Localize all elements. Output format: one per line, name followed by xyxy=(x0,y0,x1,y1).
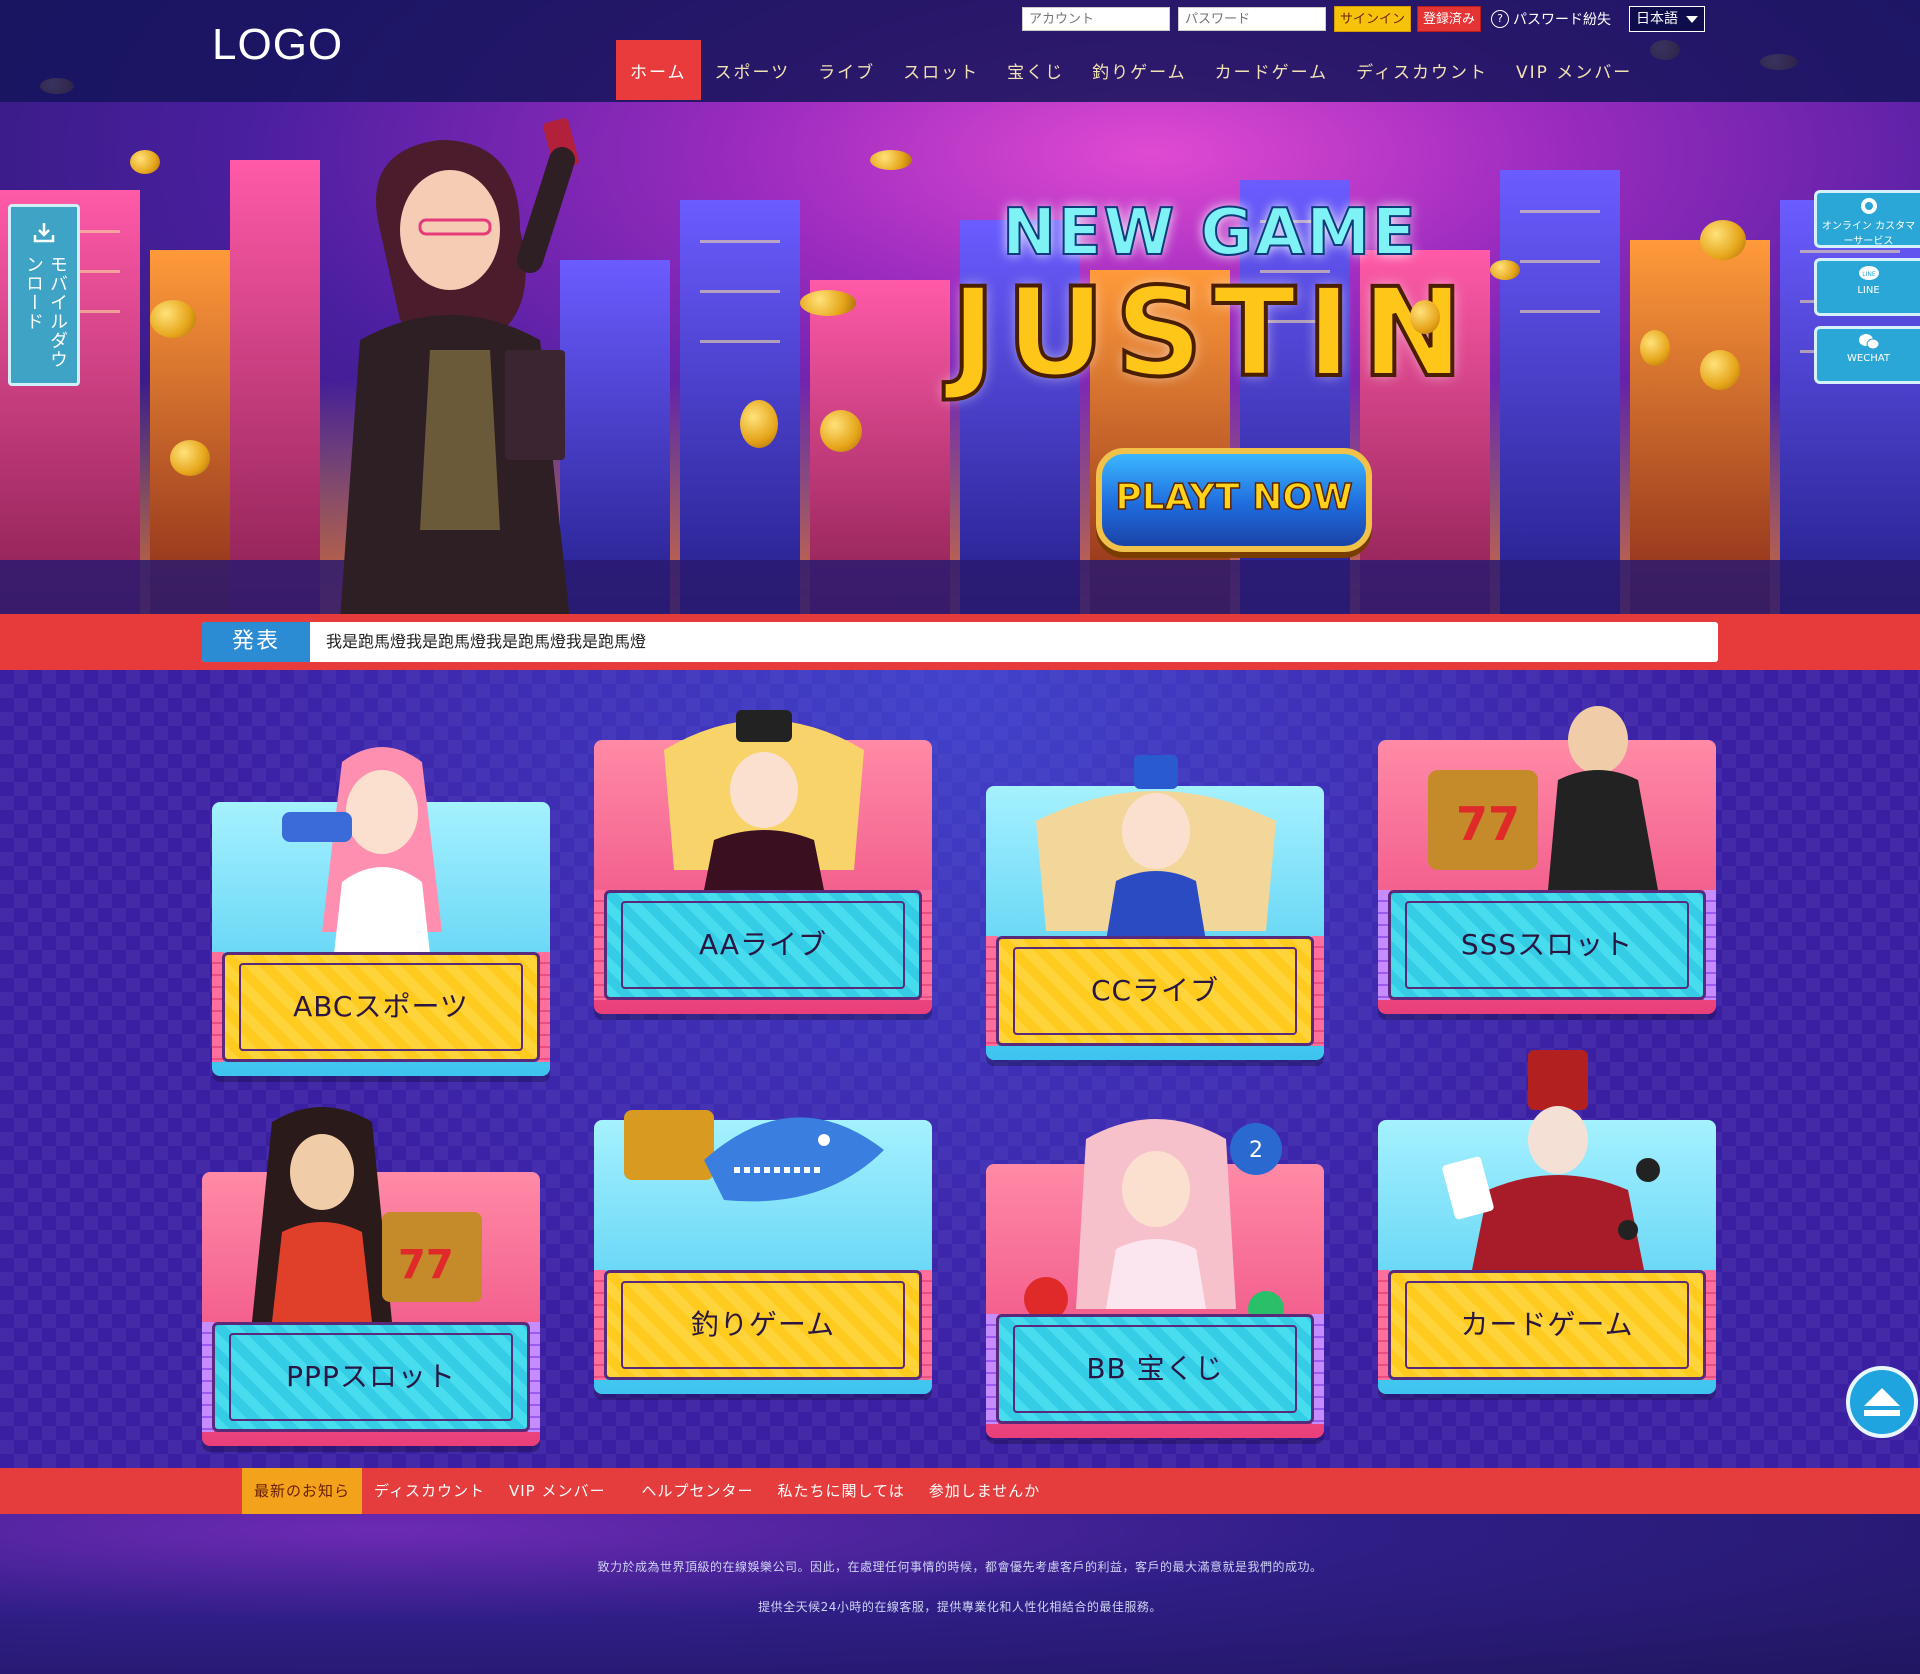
coin-decoration xyxy=(130,150,160,174)
coin-decoration xyxy=(820,410,862,452)
footer-nav-about[interactable]: 私たちに関しては xyxy=(765,1468,916,1514)
headset-icon xyxy=(1860,198,1877,214)
footer-nav-band: 最新のお知ら ディスカウント VIP メンバー ヘルプセンター 私たちに関しては… xyxy=(0,1468,1920,1514)
coin-decoration xyxy=(170,440,210,476)
language-value: 日本語 xyxy=(1636,11,1679,27)
footer-nav-help[interactable]: ヘルプセンター xyxy=(629,1468,765,1514)
hero-title: JUSTIN xyxy=(948,260,1474,406)
wechat-label: WECHAT xyxy=(1847,353,1890,364)
svg-text:2: 2 xyxy=(1249,1138,1263,1163)
footer-text-1: 致力於成為世界頂級的在線娛樂公司。因此，在處理任何事情的時候，都會優先考慮客戶的… xyxy=(597,1560,1323,1574)
live-dealer-illustration xyxy=(664,710,864,890)
shark-treasure-illustration xyxy=(624,1110,884,1202)
chevron-down-icon xyxy=(1686,16,1699,23)
nav-item-live[interactable]: ライブ xyxy=(804,40,889,100)
mobile-download-label: モバイルダウンロード xyxy=(23,255,68,369)
wechat-icon xyxy=(1858,334,1879,350)
forgot-password-label: パスワード紛失 xyxy=(1513,12,1612,28)
game-card-label: ABCスポーツ xyxy=(293,990,469,1023)
main-nav: ホーム スポーツ ライブ スロット 宝くじ 釣りゲーム カードゲーム ディスカウ… xyxy=(616,40,1646,100)
site-footer: 致力於成為世界頂級的在線娛樂公司。因此，在處理任何事情的時候，都會優先考慮客戶的… xyxy=(0,1514,1920,1674)
language-select[interactable]: 日本語 xyxy=(1629,6,1706,32)
coin-decoration xyxy=(1410,300,1440,334)
svg-text:77: 77 xyxy=(1456,797,1520,851)
back-to-top-button[interactable] xyxy=(1846,1366,1918,1438)
live-hostess-illustration xyxy=(1036,755,1276,941)
account-input[interactable] xyxy=(1022,7,1170,31)
game-card-label: CCライブ xyxy=(1090,974,1220,1007)
hero-character-illustration xyxy=(340,118,579,614)
side-contact-bar: オンライン カスタマーサービス LINE LINE WECHAT xyxy=(1814,190,1920,384)
nav-item-sports[interactable]: スポーツ xyxy=(701,40,805,100)
forgot-password-link[interactable]: ? パスワード紛失 xyxy=(1491,9,1611,29)
nav-item-slots[interactable]: スロット xyxy=(889,40,993,100)
announcement-text[interactable]: 我是跑馬燈我是跑馬燈我是跑馬燈我是跑馬燈 xyxy=(326,622,646,662)
customer-service-button[interactable]: オンライン カスタマーサービス xyxy=(1814,190,1920,248)
game-card-aa-live[interactable]: AAライブ xyxy=(594,710,932,1014)
hero-headline: NEW GAME xyxy=(1001,195,1418,271)
coin-decoration xyxy=(740,400,778,448)
nav-item-fishing[interactable]: 釣りゲーム xyxy=(1078,40,1201,100)
line-icon: LINE xyxy=(1858,266,1879,280)
wechat-button[interactable]: WECHAT xyxy=(1814,326,1920,384)
download-icon xyxy=(33,223,55,243)
arrow-up-icon xyxy=(1864,1388,1900,1416)
mobile-download-button[interactable]: モバイルダウンロード xyxy=(8,204,80,386)
footer-nav-vip[interactable]: VIP メンバー xyxy=(497,1468,630,1514)
game-card-ppp-slots[interactable]: 77 PPPスロット xyxy=(202,1107,540,1446)
site-logo[interactable]: LOGO xyxy=(212,20,343,70)
line-label: LINE xyxy=(1857,285,1880,296)
coin-decoration xyxy=(1640,330,1670,366)
game-card-label: BB 宝くじ xyxy=(1086,1352,1224,1385)
lottery-girl-illustration: 2 xyxy=(1024,1119,1284,1324)
game-card-label: PPPスロット xyxy=(286,1360,456,1393)
card-queen-illustration xyxy=(1442,1050,1660,1270)
footer-nav-join[interactable]: 参加しませんか xyxy=(917,1468,1053,1514)
game-card-label: カードゲーム xyxy=(1460,1308,1634,1341)
password-input[interactable] xyxy=(1178,7,1326,31)
nav-item-lottery[interactable]: 宝くじ xyxy=(993,40,1078,100)
game-card-card-games[interactable]: カードゲーム xyxy=(1378,1050,1716,1394)
coin-decoration xyxy=(1700,220,1746,260)
footer-nav-discount[interactable]: ディスカウント xyxy=(362,1468,497,1514)
game-card-label: SSSスロット xyxy=(1460,928,1634,961)
top-header: LOGO サインイン 登録済み ? パスワード紛失 日本語 ホーム スポーツ ラ… xyxy=(0,0,1920,102)
nav-item-vip[interactable]: VIP メンバー xyxy=(1502,40,1646,100)
slots-lady-illustration: 77 xyxy=(252,1107,482,1322)
announcement-marquee: 発表 我是跑馬燈我是跑馬燈我是跑馬燈我是跑馬燈 xyxy=(202,622,1718,662)
footer-text-2: 提供全天候24小時的在線客服，提供專業化和人性化相結合的最佳服務。 xyxy=(758,1600,1162,1614)
game-card-cc-live[interactable]: CCライブ xyxy=(986,755,1324,1060)
slots-gentleman-illustration: 77 xyxy=(1428,706,1658,890)
nav-item-card-games[interactable]: カードゲーム xyxy=(1201,40,1343,100)
footer-nav: 最新のお知ら ディスカウント VIP メンバー ヘルプセンター 私たちに関しては… xyxy=(242,1468,1052,1514)
game-category-section: ABCスポーツ AAライブ CCライブ 77 SSSスロット 77 PPPスロッ… xyxy=(0,670,1920,1468)
sports-girl-illustration xyxy=(282,747,442,952)
game-card-label: 釣りゲーム xyxy=(690,1308,836,1341)
game-card-label: AAライブ xyxy=(698,928,828,961)
question-icon: ? xyxy=(1491,10,1510,28)
login-bar: サインイン 登録済み ? パスワード紛失 日本語 xyxy=(1022,6,1706,32)
line-button[interactable]: LINE LINE xyxy=(1814,258,1920,316)
game-card-sss-slots[interactable]: 77 SSSスロット xyxy=(1378,706,1716,1014)
nav-item-home[interactable]: ホーム xyxy=(616,40,701,100)
coin-decoration xyxy=(800,290,856,316)
game-card-bb-lottery[interactable]: 2 BB 宝くじ xyxy=(986,1119,1324,1438)
svg-text:LINE: LINE xyxy=(1862,271,1876,278)
coin-decoration xyxy=(150,300,196,338)
svg-text:77: 77 xyxy=(398,1242,454,1288)
game-card-fishing[interactable]: 釣りゲーム xyxy=(594,1110,932,1394)
game-card-abc-sports[interactable]: ABCスポーツ xyxy=(212,747,550,1076)
coin-decoration xyxy=(1490,260,1520,280)
nav-item-discount[interactable]: ディスカウント xyxy=(1342,40,1502,100)
announcement-tag: 発表 xyxy=(202,622,310,662)
play-now-button[interactable]: PLAYT NOW xyxy=(1096,448,1372,552)
coin-decoration xyxy=(1700,350,1740,390)
customer-service-label: オンライン カスタマーサービス xyxy=(1821,221,1916,247)
signin-button[interactable]: サインイン xyxy=(1334,6,1412,32)
register-button[interactable]: 登録済み xyxy=(1417,6,1482,32)
footer-nav-news[interactable]: 最新のお知ら xyxy=(242,1468,363,1514)
coin-decoration xyxy=(870,150,912,170)
